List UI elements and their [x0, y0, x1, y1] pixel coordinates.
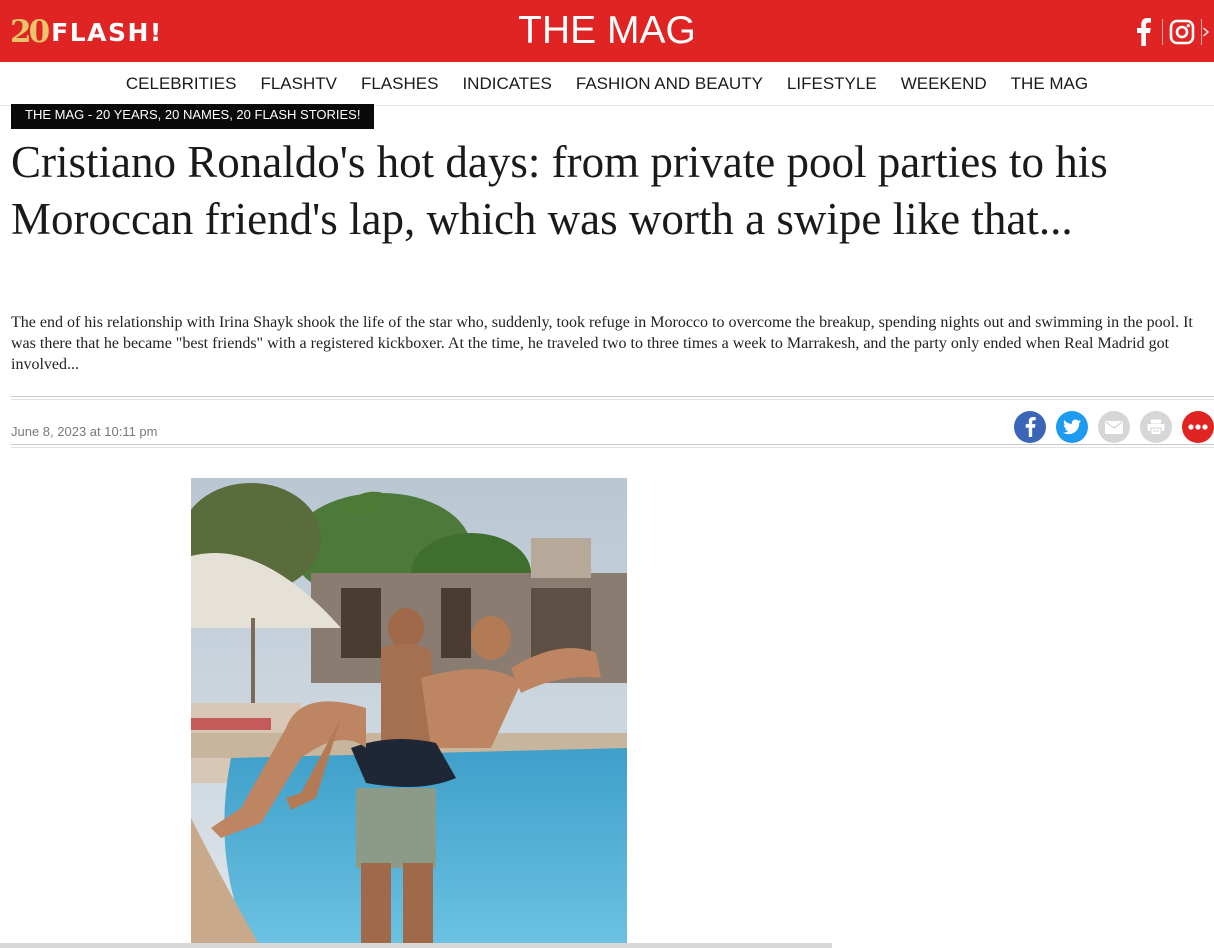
site-section-title-wrap: THE MAG: [0, 9, 1214, 53]
meta-divider-top: [11, 396, 1214, 397]
category-tag[interactable]: THE MAG - 20 YEARS, 20 NAMES, 20 FLASH S…: [11, 104, 375, 129]
publish-date: June 8, 2023 at 10:11 pm: [11, 424, 158, 439]
twitter-icon: [1063, 419, 1081, 435]
nav-item-lifestyle[interactable]: LIFESTYLE: [775, 62, 889, 106]
logo-number: 20: [10, 13, 50, 50]
instagram-icon[interactable]: [1163, 15, 1201, 49]
meta-divider-bottom-inner: [11, 447, 1214, 448]
meta-divider-bottom: [11, 444, 1214, 445]
share-buttons: [1014, 411, 1214, 443]
youtube-icon[interactable]: [1202, 15, 1214, 49]
meta-divider-top-inner: [11, 399, 1214, 400]
share-twitter-button[interactable]: [1056, 411, 1088, 443]
nav-item-indicates[interactable]: INDICATES: [450, 62, 563, 106]
nav-item-flashtv[interactable]: FLASHTV: [248, 62, 349, 106]
logo-text: FLASH!: [51, 17, 163, 47]
nav-item-fashion-and-beauty[interactable]: FASHION AND BEAUTY: [564, 62, 775, 106]
facebook-icon: [1025, 417, 1036, 437]
main-navigation: CELEBRITIES FLASHTV FLASHES INDICATES FA…: [0, 62, 1214, 106]
site-section-title[interactable]: THE MAG: [518, 9, 696, 52]
top-header-bar: 20 FLASH! THE MAG: [0, 0, 1214, 62]
nav-item-celebrities[interactable]: CELEBRITIES: [114, 62, 249, 106]
share-facebook-button[interactable]: [1014, 411, 1046, 443]
header-social-links: [1124, 14, 1214, 50]
mail-icon: [1105, 420, 1123, 434]
share-mail-button[interactable]: [1098, 411, 1130, 443]
horizontal-scrollbar[interactable]: [0, 943, 832, 948]
article-photo: [191, 478, 627, 948]
facebook-icon[interactable]: [1124, 15, 1162, 49]
nav-item-weekend[interactable]: WEEKEND: [889, 62, 999, 106]
article-lead: The end of his relationship with Irina S…: [11, 314, 1193, 373]
nav-item-the-mag[interactable]: THE MAG: [999, 62, 1100, 106]
share-print-button[interactable]: [1140, 411, 1172, 443]
print-icon: [1147, 419, 1165, 435]
more-icon: [1188, 424, 1208, 430]
share-more-button[interactable]: [1182, 411, 1214, 443]
site-logo[interactable]: 20 FLASH!: [10, 14, 163, 50]
nav-item-flashes[interactable]: FLASHES: [349, 62, 450, 106]
article-headline: Cristiano Ronaldo's hot days: from priva…: [11, 137, 1108, 244]
